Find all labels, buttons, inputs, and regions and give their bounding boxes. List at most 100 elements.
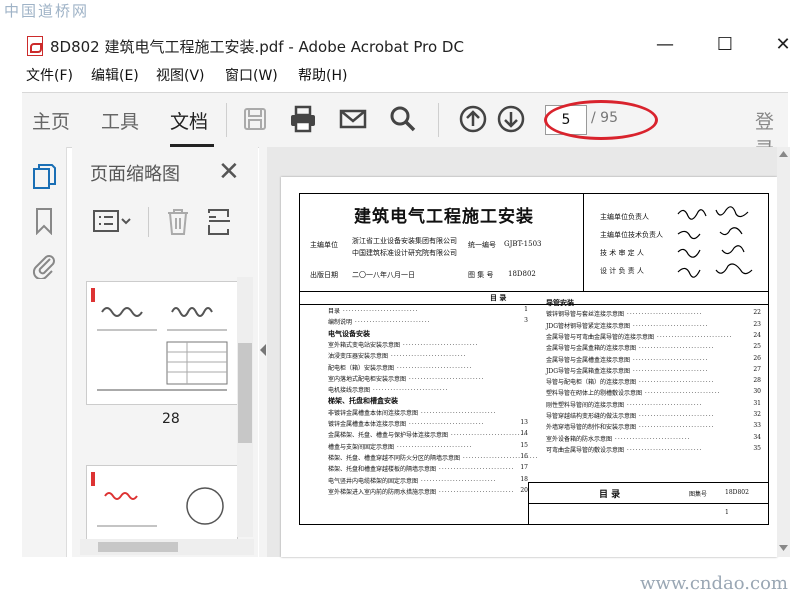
scroll-thumb[interactable] — [98, 542, 178, 552]
toc-entry-title: 镀锌金属槽盒本体连接示意图 — [328, 421, 407, 428]
minimize-button[interactable]: — — [650, 34, 680, 58]
toc-leader-dots: ·························· — [436, 488, 515, 496]
toolbar-divider — [438, 103, 439, 137]
toc-entry-title: 导管与配电柜（箱）的连接示意图 — [546, 379, 637, 387]
thumbnail-horizontal-scrollbar[interactable] — [80, 539, 254, 555]
toc-entry[interactable]: 可弯曲金属导管的敷设示意图 ··························… — [546, 445, 761, 454]
menu-window[interactable]: 窗口(W) — [225, 65, 278, 85]
toc-leader-dots: ·························· — [630, 367, 709, 375]
scroll-thumb[interactable] — [238, 343, 252, 443]
panel-splitter[interactable] — [259, 147, 267, 557]
toc-entry[interactable]: 金属梯架、托盘、槽盒与保护导体连接示意图 ···················… — [328, 430, 528, 439]
print-icon[interactable] — [288, 104, 318, 134]
footer-atlas-label: 图集号 — [689, 491, 708, 498]
maximize-button[interactable]: ☐ — [710, 34, 740, 58]
toc-entry[interactable]: 梯架、托盘和槽盒穿越楼板的隔墙示意图 ·····················… — [328, 464, 528, 473]
toc-entry[interactable]: 金属导管与金属盒箱的连接示意图 ························… — [546, 343, 761, 352]
toc-entry-title: 电机接线示意图 — [328, 387, 371, 395]
toc-entry[interactable]: 编制说明 ·························· 3 — [328, 317, 528, 326]
toc-leader-dots: ·························· — [418, 409, 497, 417]
scroll-up-icon[interactable] — [779, 151, 788, 157]
toc-entry-page: 25 — [753, 343, 761, 351]
menu-edit[interactable]: 编辑(E) — [91, 65, 139, 85]
toc-entry[interactable]: 油浸变压器安装示意图 ·························· — [328, 351, 528, 360]
toc-leader-dots: ·························· — [636, 345, 715, 353]
toc-entry[interactable]: 塑料导管在砌体上的剔槽敷设示意图 ·······················… — [546, 388, 761, 397]
thumbnail-vertical-scrollbar[interactable] — [237, 277, 253, 537]
toc-entry-page: 13 — [520, 419, 528, 426]
toc-entry-page: 15 — [520, 441, 528, 449]
bookmark-icon[interactable] — [34, 207, 54, 235]
toc-entry-page: 28 — [753, 377, 761, 385]
toc-entry-title: 金属梯架、托盘、槽盒与保护导体连接示意图 — [328, 432, 449, 440]
page-thumbnails-icon[interactable] — [31, 163, 57, 191]
publish-date: 二〇一八年八月一日 — [352, 271, 415, 279]
toc-entry[interactable]: 梯架、托盘、槽盒穿越不同防火分区的隔墙示意图 ·················… — [328, 453, 538, 462]
document-view[interactable]: 建筑电气工程施工安装 主编单位 浙江省工业设备安装集团有限公司 中国建筑标准设计… — [267, 147, 777, 557]
thumbnail-options-icon[interactable] — [92, 207, 132, 235]
main-toolbar: 主页 工具 文档 5 / 95 登录 — [22, 92, 788, 160]
toc-entry[interactable]: 镀锌钢导管与套丝连接示意图 ··························… — [546, 309, 761, 318]
toc-entry[interactable]: 槽盒与支架间固定示意图 ·························· 1… — [328, 442, 528, 451]
toc-entry[interactable]: 外墙穿墙导管的制作和安装示意图 ························… — [546, 422, 761, 431]
scroll-down-icon[interactable] — [779, 545, 788, 551]
tab-document[interactable]: 文档 — [170, 107, 208, 134]
toc-entry[interactable]: 目录 ·························· 1 — [328, 306, 528, 315]
menu-help[interactable]: 帮助(H) — [298, 65, 347, 85]
toc-entry[interactable]: 电气设备安装 — [328, 329, 528, 339]
toc-entry[interactable]: 室外设备箱的防水示意图 ·························· 3… — [546, 434, 761, 443]
toc-entry[interactable]: 导管穿越结构变形缝的做法示意图 ························… — [546, 411, 761, 420]
toc-entry-page: 14 — [520, 430, 528, 438]
toc-entry[interactable]: 室内落地式配电柜安装示意图 ·························· — [328, 374, 528, 383]
sheet-footer: 目 录 图集号 18D802 1 — [528, 482, 769, 525]
toc-entry[interactable]: 非镀锌金属槽盒本体间连接示意图 ························… — [328, 408, 528, 417]
toc-entry[interactable]: 室外梯架进入室内前的防雨水措施示意图 ·····················… — [328, 487, 528, 496]
next-page-icon[interactable] — [496, 104, 526, 134]
toc-leader-dots: ·························· — [624, 401, 703, 409]
save-icon[interactable] — [240, 104, 270, 134]
toc-entry[interactable]: 室外箱式变电站安装示意图 ·························· — [328, 340, 528, 349]
toc-entry[interactable]: 导管与配电柜（箱）的连接示意图 ························… — [546, 377, 761, 386]
toc-leader-dots: ·························· — [612, 435, 691, 443]
email-icon[interactable] — [338, 104, 368, 134]
toc-entry[interactable]: 金属导管与可弯曲金属导管的连接示意图 ·····················… — [546, 332, 761, 341]
toc-entry[interactable]: 刚性塑料导管间的连接示意图 ··························… — [546, 400, 761, 409]
toc-entry[interactable]: 金属导管与金属槽盒连接示意图 ·························… — [546, 355, 761, 364]
menu-file[interactable]: 文件(F) — [26, 65, 73, 85]
toc-entry[interactable]: 镀锌金属槽盒本体连接示意图 ··························… — [328, 419, 528, 428]
delete-page-icon[interactable] — [164, 207, 192, 237]
toc-entry[interactable]: 电气竖井内电缆梯架的固定示意图 ························… — [328, 476, 528, 485]
toc-entry[interactable]: 梯架、托盘和槽盒安装 — [328, 396, 528, 406]
tab-home[interactable]: 主页 — [32, 107, 70, 134]
toc-entry[interactable]: 配电柜（箱）安装示意图 ·························· — [328, 363, 528, 372]
toc-leader-dots: ·························· — [654, 333, 733, 341]
search-icon[interactable] — [388, 104, 418, 134]
toc-entry-title: 刚性塑料导管间的连接示意图 — [546, 401, 625, 409]
toc-entry-page: 1 — [524, 306, 528, 313]
toc-entry[interactable]: 导管安装 — [546, 298, 761, 308]
toc-entry-page: 30 — [753, 388, 761, 396]
page-thumbnail-29[interactable] — [86, 465, 238, 547]
toc-entry-title: 目录 — [328, 308, 341, 315]
close-window-button[interactable]: ✕ — [768, 34, 798, 58]
tab-tools[interactable]: 工具 — [101, 107, 139, 134]
close-panel-button[interactable]: ✕ — [218, 157, 240, 187]
page-thumbnail-28[interactable] — [86, 281, 238, 405]
toc-entry[interactable]: JDG管材钢导管紧定连接示意图 ························… — [546, 321, 761, 330]
document-vertical-scrollbar[interactable] — [777, 147, 790, 557]
toc-leader-dots: ·························· — [340, 308, 419, 315]
toc-entry[interactable]: 电机接线示意图 ·························· — [328, 385, 528, 394]
menu-view[interactable]: 视图(V) — [156, 65, 205, 85]
thumbnail-preview-drawing — [91, 288, 228, 391]
previous-page-icon[interactable] — [458, 104, 488, 134]
toc-entry-title: 可弯曲金属导管的敷设示意图 — [546, 446, 625, 454]
attachment-icon[interactable] — [30, 251, 58, 279]
toc-leader-dots: ·························· — [630, 322, 709, 330]
collapse-panel-icon[interactable] — [259, 343, 267, 357]
toc-leader-dots: ·························· — [352, 319, 431, 327]
toc-leader-dots: ·························· — [370, 387, 449, 395]
atlas-label: 图 集 号 — [468, 271, 494, 279]
extract-pages-icon[interactable] — [206, 207, 232, 237]
toc-entry-page: 27 — [753, 365, 761, 373]
toc-entry[interactable]: JDG导管与金属箱盒连接示意图 ························… — [546, 366, 761, 375]
